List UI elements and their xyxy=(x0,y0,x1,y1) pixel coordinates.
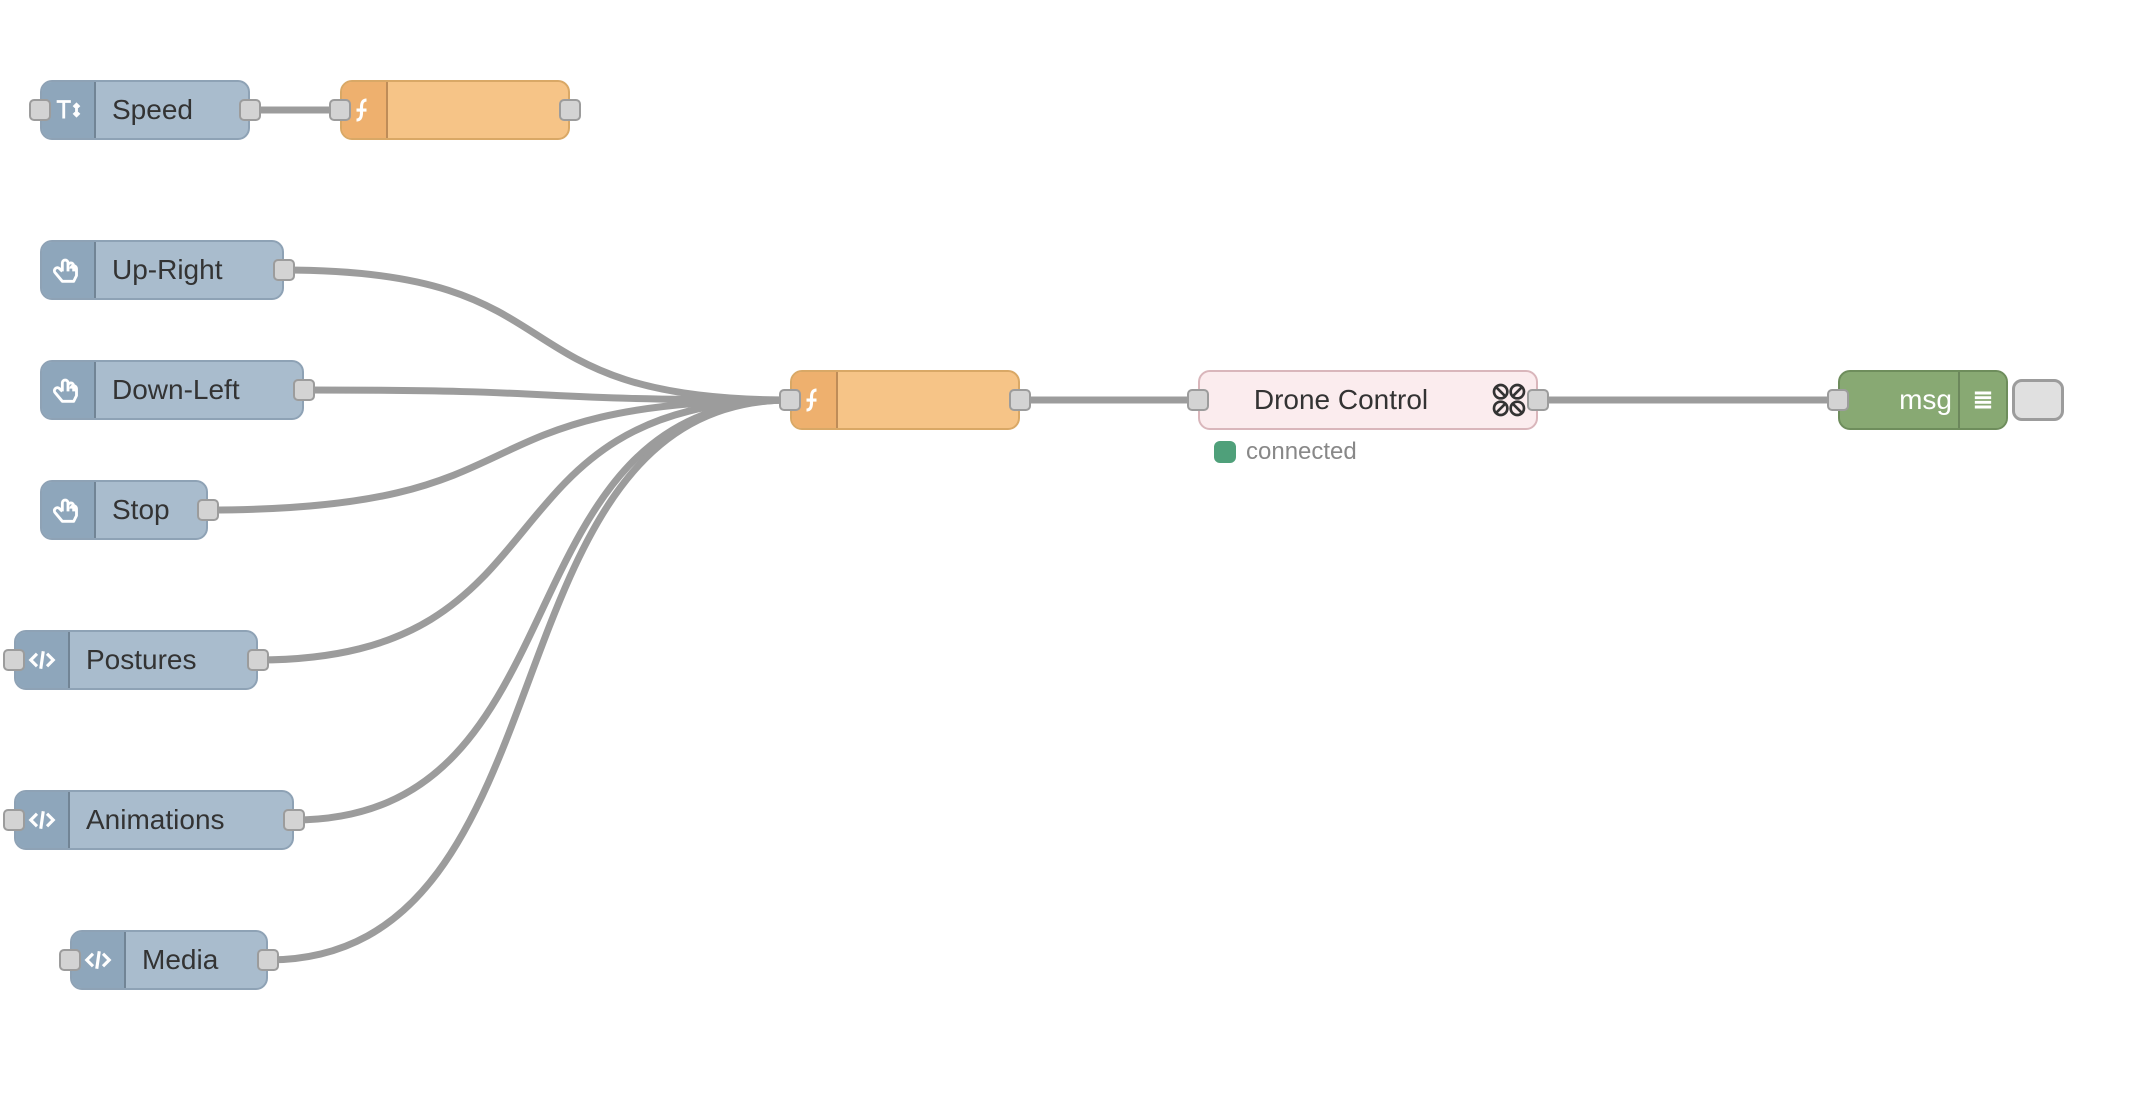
node-label: msg xyxy=(1840,384,1958,416)
node-label: Down-Left xyxy=(96,374,302,406)
node-up-right[interactable]: Up-Right xyxy=(40,240,284,300)
status-text: connected xyxy=(1246,438,1357,466)
output-port[interactable] xyxy=(1009,389,1031,411)
input-port[interactable] xyxy=(329,99,351,121)
hand-icon xyxy=(42,362,96,418)
node-down-left[interactable]: Down-Left xyxy=(40,360,304,420)
node-drone-status: connected xyxy=(1214,438,1357,466)
wire[interactable] xyxy=(294,400,790,820)
node-label: Stop xyxy=(96,494,206,526)
output-port[interactable] xyxy=(247,649,269,671)
node-label: Animations xyxy=(70,804,292,836)
node-label: Media xyxy=(126,944,266,976)
node-function-2[interactable] xyxy=(790,370,1020,430)
node-label: Up-Right xyxy=(96,254,282,286)
node-label: Drone Control xyxy=(1200,384,1482,416)
node-media[interactable]: Media xyxy=(70,930,268,990)
input-port[interactable] xyxy=(1827,389,1849,411)
output-port[interactable] xyxy=(257,949,279,971)
bars-icon xyxy=(1958,372,2006,428)
output-port[interactable] xyxy=(273,259,295,281)
output-port[interactable] xyxy=(559,99,581,121)
input-port[interactable] xyxy=(1187,389,1209,411)
hand-icon xyxy=(42,242,96,298)
node-debug[interactable]: msg xyxy=(1838,370,2008,430)
wire[interactable] xyxy=(268,400,790,960)
wire[interactable] xyxy=(258,400,790,660)
output-port[interactable] xyxy=(293,379,315,401)
input-port[interactable] xyxy=(3,649,25,671)
node-speed[interactable]: Speed xyxy=(40,80,250,140)
input-port[interactable] xyxy=(29,99,51,121)
node-drone-control[interactable]: Drone Control xyxy=(1198,370,1538,430)
wire[interactable] xyxy=(284,270,790,400)
output-port[interactable] xyxy=(197,499,219,521)
node-animations[interactable]: Animations xyxy=(14,790,294,850)
node-stop[interactable]: Stop xyxy=(40,480,208,540)
output-port[interactable] xyxy=(283,809,305,831)
node-postures[interactable]: Postures xyxy=(14,630,258,690)
input-port[interactable] xyxy=(779,389,801,411)
flow-wires-layer xyxy=(0,0,2136,1112)
debug-toggle-button[interactable] xyxy=(2012,379,2064,421)
status-dot-icon xyxy=(1214,441,1236,463)
node-label: Postures xyxy=(70,644,256,676)
node-label: Speed xyxy=(96,94,248,126)
output-port[interactable] xyxy=(1527,389,1549,411)
input-port[interactable] xyxy=(59,949,81,971)
node-function-1[interactable] xyxy=(340,80,570,140)
hand-icon xyxy=(42,482,96,538)
output-port[interactable] xyxy=(239,99,261,121)
input-port[interactable] xyxy=(3,809,25,831)
